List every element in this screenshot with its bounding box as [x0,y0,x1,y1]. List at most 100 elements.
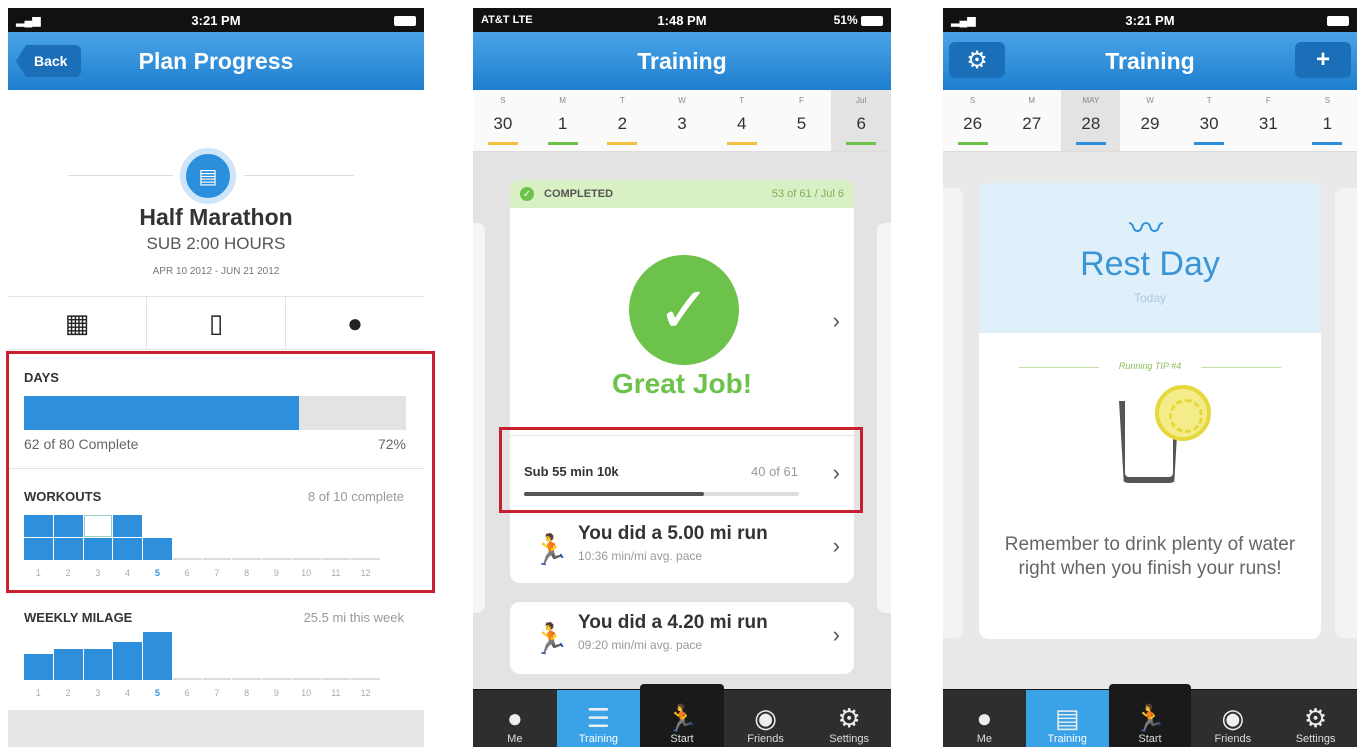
mileage-chart [24,620,380,680]
check-icon: ✓ [520,187,534,201]
runner-icon: 🏃 [665,703,699,733]
page-title: Training [637,47,727,74]
week-tick: 12 [360,688,371,698]
mileage-week-bar [351,678,380,680]
mileage-week-bar [291,678,321,680]
week-tick: 5 [154,688,160,698]
completed-header: ✓ COMPLETED 53 of 61 / Jul 6 [510,180,854,208]
day-1[interactable]: M1 [533,90,593,151]
tab-friends[interactable]: ◉ Friends [1191,690,1274,747]
tab-bar: ● Me ☰ Training 🏃 Start ◉ Friends ⚙ Settings [473,684,891,747]
mileage-week-bar [53,648,83,680]
day-26[interactable]: S 26 [943,90,1002,151]
battery-icon [1327,13,1349,27]
tab-me[interactable]: ● Me [473,690,557,747]
calendar-icon[interactable]: ▦ [8,297,147,349]
phone-training-rest-day: ▂▄▆ 3:21 PM ⚙ Training + S 26 M 27 MAY 28 W 29 T… [943,8,1357,747]
run-card[interactable]: 🏃 You did a 5.00 mi run 10:36 min/mi avg… [510,513,854,583]
chevron-right-icon[interactable]: › [833,622,840,648]
signal-icon: ▂▄▆ [951,14,976,27]
tab-bar: ● Me ▤ Training 🏃 Start ◉ Friends ⚙ Settings [943,684,1357,747]
day-28[interactable]: MAY 28 [1061,90,1121,151]
friends-icon: ◉ [1221,703,1245,733]
mileage-week-bar [113,641,142,680]
page-title: Training [1105,47,1195,74]
person-icon[interactable]: ● [286,297,424,349]
run-card[interactable]: 🏃 You did a 4.20 mi run 09:20 min/mi avg… [510,602,854,674]
tip-label: Running TIP #4 [1118,361,1182,371]
bottom-area [8,710,424,747]
signal-icon: ▂▄▆ [16,14,41,27]
person-icon: ● [976,703,993,733]
plan-subtitle: SUB 2:00 HOURS [146,234,286,253]
highlight-box [6,351,435,593]
day-3[interactable]: W3 [652,90,712,151]
status-bar: ▂▄▆ 3:21 PM [8,8,424,32]
rest-day-header: 〰 Rest Day Today [979,183,1321,333]
great-job-message: Great Job! [611,368,753,399]
week-tick: 2 [65,688,71,698]
day-6[interactable]: Jul 6 [831,90,891,151]
day-30[interactable]: T 30 [1180,90,1239,151]
week-tick: 9 [273,688,279,698]
runner-icon: 🏃 [1133,703,1167,733]
nav-bar: Back Plan Progress [8,32,424,90]
day-2[interactable]: T2 [592,90,652,151]
clipboard-icon[interactable]: ▯ [147,297,286,349]
day-30[interactable]: S 30 [473,90,533,151]
week-strip: S 26 M 27 MAY 28 W 29 T 30 F 31 S 1 [943,90,1357,152]
week-tick: 3 [95,688,101,698]
big-check-icon: ✓ [629,255,739,365]
prev-card[interactable] [473,223,485,613]
settings-button[interactable]: ⚙ [949,42,1005,78]
run-title: You did a 4.20 mi run [578,612,768,633]
day-4[interactable]: T4 [712,90,772,151]
day-31[interactable]: F 31 [1239,90,1298,151]
mileage-week-bar [143,632,172,680]
back-button[interactable]: Back [16,45,82,77]
rest-day-card[interactable]: 〰 Rest Day Today Running TIP #4 Remember… [979,183,1321,639]
person-icon: ● [506,703,523,733]
week-tick: 11 [331,688,341,698]
next-card[interactable] [877,223,891,613]
divider [1201,367,1281,368]
mileage-week-bar [172,678,202,680]
prev-card[interactable] [943,188,963,638]
runner-icon: 🏃 [532,534,570,567]
gear-icon: ⚙ [1303,703,1328,733]
run-title: You did a 5.00 mi run [578,523,768,544]
status-bar: ▂▄▆ 3:21 PM [943,8,1357,32]
week-tick: 7 [214,688,220,698]
tab-settings[interactable]: ⚙ Settings [1274,690,1357,747]
plan-icon: ▤ [180,148,236,204]
next-card[interactable] [1335,188,1357,638]
plus-icon: + [1315,46,1330,73]
tab-start[interactable]: 🏃 Start [1108,684,1192,747]
mileage-week-bar [232,678,261,680]
relax-icon: 〰 [1129,210,1163,248]
chevron-right-icon[interactable]: › [833,308,840,334]
day-5[interactable]: F5 [772,90,832,151]
run-pace: 10:36 min/mi avg. pace [578,549,703,563]
chevron-right-icon[interactable]: › [833,533,840,559]
tab-settings[interactable]: ⚙ Settings [807,690,891,747]
day-27[interactable]: M 27 [1002,90,1061,151]
carrier: AT&T LTE [481,14,533,26]
week-tick: 10 [301,688,312,698]
friends-icon: ◉ [754,703,777,733]
battery-status: 51% [834,13,883,27]
tab-training[interactable]: ☰ Training [556,690,641,747]
plan-tabs: ▦ ▯ ● [8,296,424,350]
tab-friends[interactable]: ◉ Friends [724,690,808,747]
day-1[interactable]: S1 [1298,90,1357,151]
day-29[interactable]: W 29 [1120,90,1179,151]
page-title: Plan Progress [138,47,294,74]
week-tick: 1 [35,688,41,698]
tab-me[interactable]: ● Me [943,690,1026,747]
tab-training[interactable]: ▤ Training [1025,690,1109,747]
clipboard-icon: ▤ [1054,703,1080,733]
nav-bar: Training [473,32,891,90]
status-time: 3:21 PM [1125,12,1175,28]
tab-start[interactable]: 🏃 Start [640,684,724,747]
add-button[interactable]: + [1295,42,1351,78]
